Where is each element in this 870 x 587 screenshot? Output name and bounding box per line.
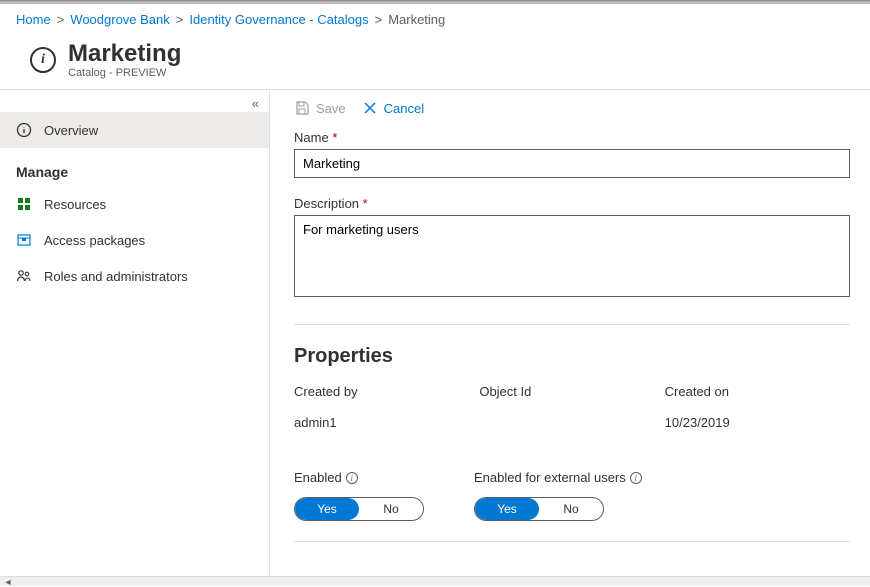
enabled-external-yes[interactable]: Yes (475, 498, 539, 520)
grid-icon (16, 196, 32, 212)
created-by-label: Created by (294, 384, 479, 399)
form: Name * Description * For marketing users… (270, 126, 870, 576)
horizontal-scrollbar[interactable]: ◄ (0, 576, 870, 586)
save-label: Save (316, 101, 346, 116)
main-panel: Save Cancel Name * Description * For mar… (270, 90, 870, 576)
sidebar-item-label: Resources (44, 197, 106, 212)
enabled-external-toggle[interactable]: Yes No (474, 497, 604, 521)
sidebar-item-label: Roles and administrators (44, 269, 188, 284)
page-subtitle: Catalog - PREVIEW (68, 67, 181, 79)
object-id-label: Object Id (479, 384, 664, 399)
breadcrumb: Home > Woodgrove Bank > Identity Governa… (0, 4, 870, 35)
enabled-toggle[interactable]: Yes No (294, 497, 424, 521)
enabled-external-group: Enabled for external users i Yes No (474, 470, 714, 521)
sidebar-section-manage: Manage (0, 148, 269, 186)
sidebar-item-overview[interactable]: Overview (0, 112, 269, 148)
sidebar-item-label: Overview (44, 123, 98, 138)
sidebar-item-roles[interactable]: Roles and administrators (0, 258, 269, 294)
sidebar-item-access-packages[interactable]: Access packages (0, 222, 269, 258)
breadcrumb-sep: > (176, 12, 184, 27)
info-icon[interactable]: i (346, 472, 358, 484)
info-icon[interactable]: i (630, 472, 642, 484)
properties-heading: Properties (294, 345, 846, 368)
sidebar: « Overview Manage Resources Access packa… (0, 90, 270, 576)
collapse-sidebar-icon[interactable]: « (252, 96, 259, 111)
description-input[interactable]: For marketing users (294, 215, 850, 297)
breadcrumb-tenant[interactable]: Woodgrove Bank (70, 12, 170, 27)
enabled-label: Enabled i (294, 470, 474, 485)
page-header: i Marketing Catalog - PREVIEW (0, 35, 870, 90)
page-title: Marketing (68, 41, 181, 67)
enabled-yes[interactable]: Yes (295, 498, 359, 520)
breadcrumb-current: Marketing (388, 12, 445, 27)
people-icon (16, 268, 32, 284)
overview-icon (16, 122, 32, 138)
breadcrumb-sep: > (57, 12, 65, 27)
toggles-row: Enabled i Yes No Enabled for external us… (294, 470, 850, 521)
enabled-no[interactable]: No (359, 498, 423, 520)
description-label: Description * (294, 196, 846, 211)
breadcrumb-home[interactable]: Home (16, 12, 51, 27)
scroll-left-arrow[interactable]: ◄ (0, 577, 16, 587)
package-icon (16, 232, 32, 248)
divider (294, 324, 850, 325)
enabled-group: Enabled i Yes No (294, 470, 474, 521)
sidebar-item-label: Access packages (44, 233, 145, 248)
sidebar-item-resources[interactable]: Resources (0, 186, 269, 222)
required-indicator: * (363, 196, 368, 211)
created-on-value: 10/23/2019 (665, 415, 850, 430)
name-label: Name * (294, 130, 846, 145)
cancel-icon (362, 100, 378, 116)
enabled-external-no[interactable]: No (539, 498, 603, 520)
cancel-label: Cancel (384, 101, 424, 116)
required-indicator: * (332, 130, 337, 145)
cancel-button[interactable]: Cancel (362, 100, 424, 116)
toolbar: Save Cancel (270, 90, 870, 126)
divider (294, 541, 850, 542)
created-by-value: admin1 (294, 415, 479, 430)
save-button[interactable]: Save (294, 100, 346, 116)
breadcrumb-sep: > (375, 12, 383, 27)
enabled-external-label: Enabled for external users i (474, 470, 714, 485)
created-on-label: Created on (665, 384, 850, 399)
breadcrumb-area[interactable]: Identity Governance - Catalogs (189, 12, 368, 27)
info-icon: i (30, 47, 56, 73)
save-icon (294, 100, 310, 116)
name-input[interactable] (294, 149, 850, 178)
